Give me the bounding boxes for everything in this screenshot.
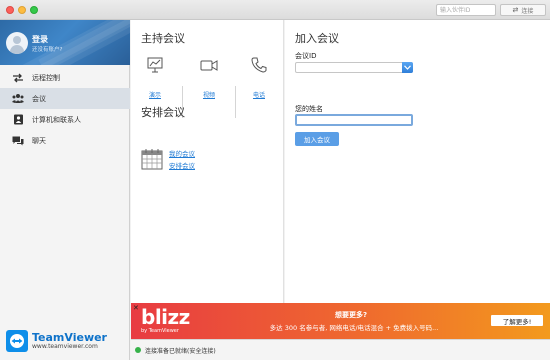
contacts-icon: [12, 114, 24, 126]
schedule-meeting-link[interactable]: 安排会议: [169, 160, 195, 170]
your-name-input[interactable]: [295, 114, 413, 126]
learn-more-button[interactable]: 了解更多!: [491, 315, 543, 326]
avatar-icon: [6, 32, 28, 54]
status-indicator-icon: [135, 347, 141, 353]
calendar-icon: [141, 148, 163, 170]
host-meeting-panel: 主持会议 演示 视频 电话 安排会议 我的会议 安排会议: [131, 20, 284, 303]
sidebar-item-label: 远程控制: [32, 73, 60, 82]
sidebar-item-contacts[interactable]: 计算机和联系人: [0, 109, 130, 130]
presentation-icon: [146, 56, 164, 74]
sidebar: 登录 还没有账户? 远程控制 会议 计算机和联系人 聊天 TeamViewer …: [0, 20, 130, 360]
window-close-button[interactable]: [6, 6, 14, 14]
blizz-logo: blizz: [141, 305, 190, 329]
arrows-icon: [12, 72, 24, 84]
video-button[interactable]: 视频: [195, 52, 223, 99]
presentation-button[interactable]: 演示: [141, 52, 169, 99]
blizz-byline: by TeamViewer: [141, 328, 179, 334]
status-bar: 连接准备已就绪(安全连接): [131, 339, 550, 360]
schedule-meeting-title: 安排会议: [141, 106, 185, 119]
join-meeting-panel: 加入会议 会议ID 您的姓名 加入会议: [285, 20, 550, 303]
your-name-label: 您的姓名: [295, 105, 323, 113]
partner-id-input[interactable]: [436, 4, 496, 16]
sidebar-item-label: 聊天: [32, 136, 46, 145]
host-actions: 演示 视频 电话: [141, 52, 281, 118]
connect-label: 连接: [521, 7, 534, 15]
status-text: 连接准备已就绪(安全连接): [145, 347, 216, 355]
sidebar-item-chat[interactable]: 聊天: [0, 130, 130, 151]
login-link[interactable]: 登录: [32, 34, 48, 45]
chevron-down-icon[interactable]: [402, 62, 413, 73]
window-titlebar: ⇄ 连接: [0, 0, 550, 20]
close-icon[interactable]: ✕: [133, 304, 139, 312]
sidebar-item-label: 计算机和联系人: [32, 115, 81, 124]
ad-headline: 想要更多?: [334, 311, 368, 319]
window-minimize-button[interactable]: [18, 6, 26, 14]
connect-arrows-icon: ⇄: [512, 6, 519, 14]
ad-body: 多达 300 名参与者, 网络电话/电话混合 + 免费拨入号码...: [269, 324, 439, 332]
phone-button[interactable]: 电话: [245, 52, 273, 99]
connect-button[interactable]: ⇄ 连接: [500, 4, 546, 16]
teamviewer-brand[interactable]: TeamViewer www.teamviewer.com: [6, 330, 107, 352]
window-zoom-button[interactable]: [30, 6, 38, 14]
sidebar-item-meeting[interactable]: 会议: [0, 88, 130, 109]
my-meetings-link[interactable]: 我的会议: [169, 148, 195, 158]
join-meeting-button[interactable]: 加入会议: [295, 132, 339, 146]
meeting-id-combobox[interactable]: [295, 62, 413, 73]
meeting-icon: [12, 93, 24, 105]
video-camera-icon: [200, 56, 218, 74]
phone-icon: [250, 56, 268, 74]
join-meeting-title: 加入会议: [295, 32, 339, 45]
blizz-ad-banner[interactable]: ✕ blizz by TeamViewer 想要更多? 多达 300 名参与者,…: [131, 303, 550, 339]
profile-panel[interactable]: 登录 还没有账户?: [0, 20, 130, 65]
signup-link[interactable]: 还没有账户?: [32, 45, 62, 53]
video-label: 视频: [202, 92, 215, 99]
brand-url[interactable]: www.teamviewer.com: [32, 343, 107, 351]
chat-icon: [12, 135, 24, 147]
sidebar-item-label: 会议: [32, 94, 46, 103]
divider: [235, 86, 236, 118]
presentation-label: 演示: [148, 92, 161, 99]
brand-name: TeamViewer: [32, 330, 107, 344]
meeting-id-label: 会议ID: [295, 52, 317, 60]
phone-label: 电话: [252, 92, 265, 99]
teamviewer-logo-icon: [6, 330, 28, 352]
host-meeting-title: 主持会议: [141, 32, 185, 45]
sidebar-item-remote-control[interactable]: 远程控制: [0, 67, 130, 88]
